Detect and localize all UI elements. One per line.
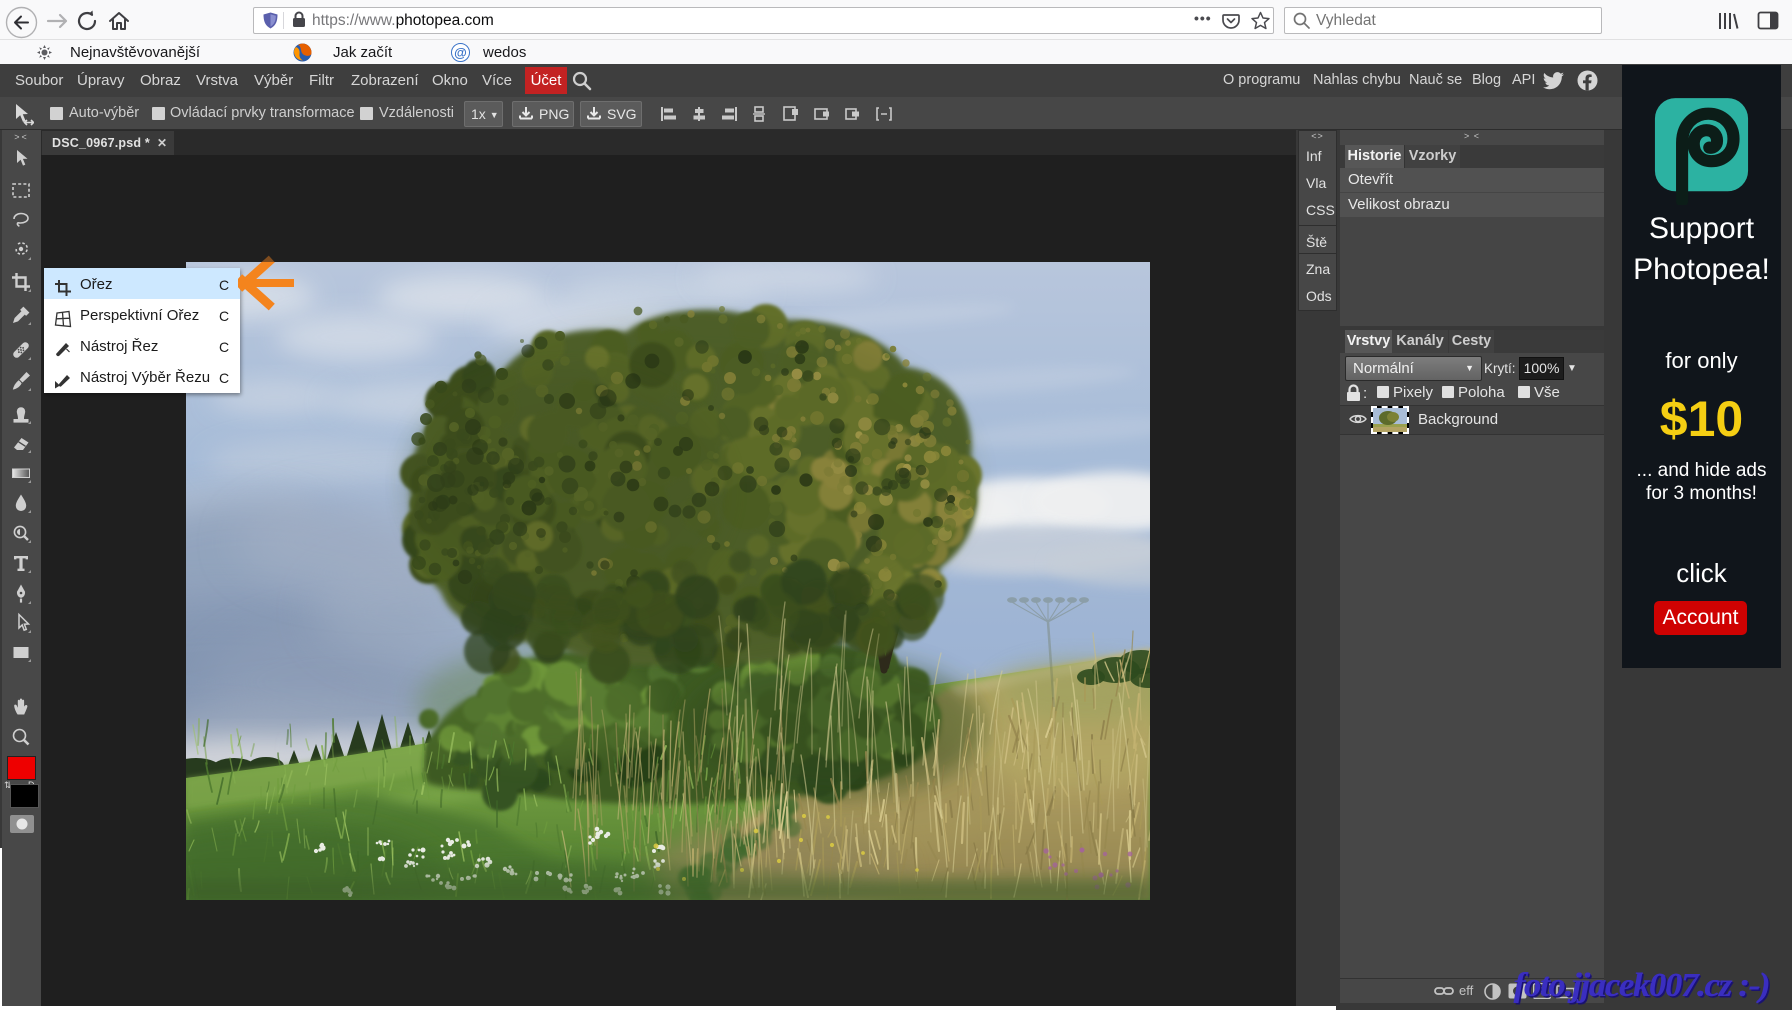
svg-text:@: @ (454, 45, 467, 60)
